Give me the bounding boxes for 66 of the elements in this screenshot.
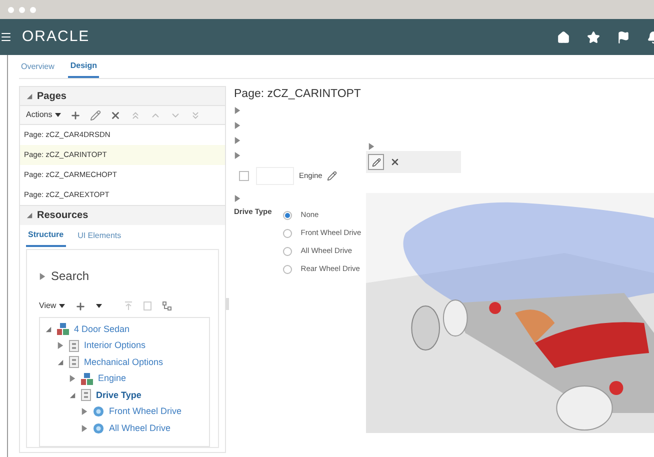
hierarchy-icon[interactable] <box>162 301 172 311</box>
actions-menu[interactable]: Actions <box>26 109 62 121</box>
panel-title: Pages <box>37 90 66 104</box>
oracle-logo[interactable]: ORACLE <box>22 26 90 48</box>
feature-node-icon <box>69 340 79 352</box>
collapse-icon[interactable] <box>57 358 64 366</box>
option-node-icon <box>93 422 104 434</box>
panel-title: Resources <box>37 209 88 223</box>
expand-icon[interactable] <box>81 408 88 416</box>
move-top-icon[interactable] <box>130 110 142 120</box>
feature-node-icon <box>81 389 91 402</box>
tree-node-label[interactable]: 4 Door Sedan <box>74 322 130 336</box>
add-icon[interactable] <box>75 300 86 312</box>
page-tab[interactable]: Design <box>68 55 100 78</box>
edit-button[interactable] <box>368 154 384 170</box>
resource-tab[interactable]: Structure <box>26 225 66 247</box>
checkbox[interactable] <box>239 171 249 181</box>
model-node-icon <box>57 323 69 336</box>
tree-node-label[interactable]: Mechanical Options <box>84 356 164 369</box>
edit-icon[interactable] <box>90 110 102 120</box>
edit-icon <box>372 158 380 166</box>
resource-tab[interactable]: UI Elements <box>76 225 124 247</box>
radio-button[interactable] <box>282 264 292 274</box>
delete-icon[interactable] <box>110 110 122 120</box>
collapse-icon[interactable] <box>26 212 33 219</box>
expand-icon[interactable] <box>234 122 241 129</box>
page-tab[interactable]: Overview <box>19 55 56 78</box>
tree-node-label[interactable]: Engine <box>98 372 126 386</box>
disabled-toolbar-icon <box>143 301 152 311</box>
caret-icon[interactable] <box>96 304 102 308</box>
add-icon[interactable] <box>70 110 82 120</box>
view-menu[interactable]: View <box>39 300 66 312</box>
tree-node-label[interactable]: Interior Options <box>84 339 146 352</box>
expand-icon[interactable] <box>234 107 241 114</box>
model-node-icon <box>81 372 93 385</box>
star-icon[interactable] <box>587 30 600 44</box>
expand-icon[interactable] <box>81 424 88 432</box>
menu-icon[interactable] <box>0 31 12 43</box>
move-bottom-icon[interactable] <box>190 110 202 120</box>
expand-icon[interactable] <box>234 195 241 202</box>
caret-icon[interactable] <box>59 304 66 308</box>
expand-icon[interactable] <box>234 152 241 159</box>
radio-button[interactable] <box>282 210 292 220</box>
collapse-icon[interactable] <box>69 392 76 399</box>
feature-node-icon <box>69 356 79 368</box>
collapse-icon[interactable] <box>45 326 52 333</box>
home-icon[interactable] <box>557 30 570 44</box>
collapse-icon[interactable] <box>26 92 33 100</box>
expand-icon[interactable] <box>39 272 46 280</box>
search-section-label[interactable]: Search <box>51 267 90 285</box>
splitter-handle[interactable] <box>226 298 229 310</box>
page-title: Page: zCZ_CARINTOPT <box>234 87 362 102</box>
flag-icon[interactable] <box>617 30 630 44</box>
tree-node-label[interactable]: Front Wheel Drive <box>109 405 182 418</box>
edit-icon[interactable] <box>327 171 338 181</box>
caret-icon[interactable] <box>55 113 62 117</box>
expand-icon[interactable] <box>69 375 76 382</box>
disabled-toolbar-icon <box>124 301 134 311</box>
close-icon[interactable] <box>390 157 400 167</box>
expand-icon[interactable] <box>57 342 64 350</box>
tree-node-label[interactable]: All Wheel Drive <box>109 422 171 435</box>
expand-icon[interactable] <box>234 137 241 144</box>
option-node-icon <box>93 406 104 418</box>
radio-button[interactable] <box>282 246 292 256</box>
tree-node-label[interactable]: Drive Type <box>96 388 142 402</box>
radio-button[interactable] <box>282 228 292 238</box>
